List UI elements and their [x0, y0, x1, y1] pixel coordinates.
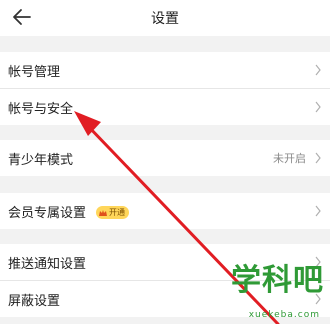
settings-item-label: 会员专属设置 — [8, 206, 87, 221]
page-title: 设置 — [151, 11, 179, 27]
chevron-right-icon — [315, 152, 321, 164]
teen-mode-status: 未开启 — [273, 152, 306, 165]
vip-badge: 开通 — [96, 206, 129, 219]
settings-item-account-management[interactable]: 帐号管理 — [0, 52, 330, 88]
chevron-right-icon — [315, 101, 321, 113]
top-bar: 设置 — [0, 0, 330, 36]
chevron-right-icon — [315, 64, 321, 76]
settings-item-account-security[interactable]: 帐号与安全 — [0, 89, 330, 125]
crown-icon — [99, 210, 107, 216]
settings-item-label: 帐号与安全 — [8, 102, 74, 117]
settings-item-teen-mode[interactable]: 青少年模式 未开启 — [0, 140, 330, 176]
settings-item-vip-settings[interactable]: 会员专属设置 开通 — [0, 193, 330, 229]
settings-item-label: 青少年模式 — [8, 153, 74, 168]
vip-badge-label: 开通 — [109, 208, 125, 217]
watermark-logo: 学科吧 — [231, 263, 324, 298]
watermark-url: xuekeba.com — [248, 310, 320, 320]
settings-item-label: 帐号管理 — [8, 65, 61, 80]
settings-item-label: 推送通知设置 — [8, 257, 87, 272]
chevron-right-icon — [315, 205, 321, 217]
settings-item-label: 屏蔽设置 — [8, 294, 61, 309]
